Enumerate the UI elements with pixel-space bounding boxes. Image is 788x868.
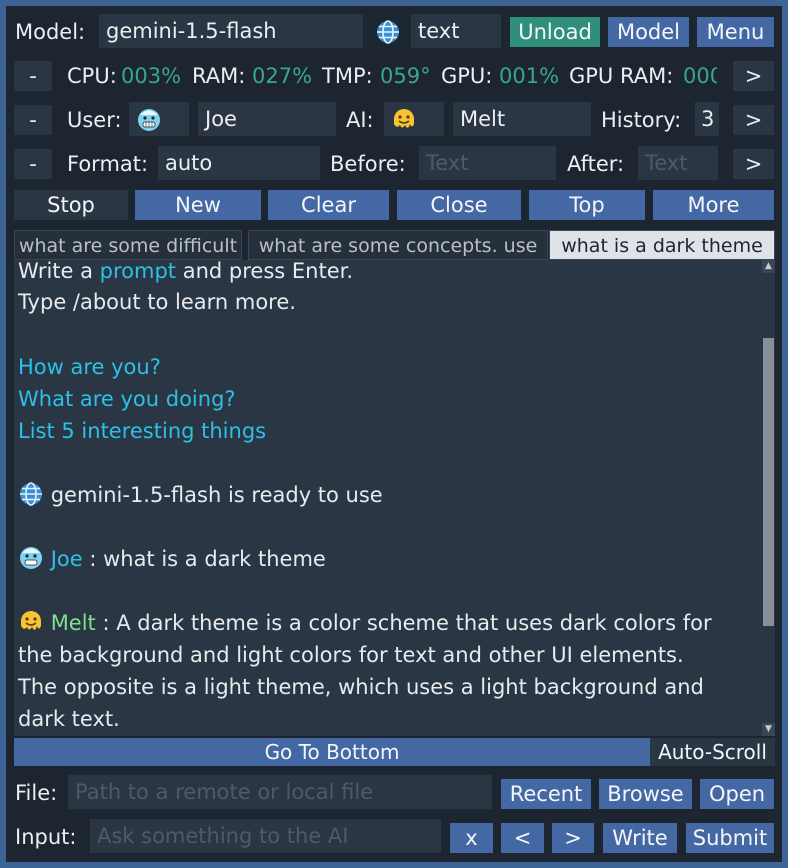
about-line: Type /about to learn more. [18,290,296,314]
browse-button[interactable]: Browse [599,779,692,809]
user-next-button[interactable]: > [733,105,774,135]
top-button[interactable]: Top [529,190,645,220]
user-name-input[interactable]: Joe [198,102,336,136]
after-label: After: [567,152,625,176]
gpu-label: GPU: [441,64,493,88]
scroll-up-icon[interactable]: ▲ [762,260,775,273]
auto-scroll-button[interactable]: Auto-Scroll [650,738,775,766]
stats-next-button[interactable]: > [733,61,774,91]
gpu-ram-value: 000 [683,64,717,88]
clear-button[interactable]: Clear [268,190,389,220]
user-avatar-field[interactable] [129,102,189,136]
user-name-link[interactable]: Joe [51,547,83,571]
cold-face-icon [138,109,160,131]
user-message-text: : what is a dark theme [82,547,326,571]
ai-message-line-1: Melt : A dark theme is a color scheme th… [18,607,712,639]
format-input[interactable]: auto [158,146,320,180]
collapse-stats-button[interactable]: - [14,61,52,91]
file-label: File: [15,781,58,805]
next-prompt-button[interactable]: > [552,823,594,853]
file-input[interactable]: Path to a remote or local file [68,775,492,809]
tab-1[interactable]: what are some difficult [14,230,242,260]
before-input[interactable]: Text [419,146,556,180]
ai-message-line-4: dark text. [18,707,120,731]
scroll-down-icon[interactable]: ▼ [762,723,775,736]
submit-button[interactable]: Submit [686,823,774,853]
recent-button[interactable]: Recent [501,779,591,809]
ai-message-line-3: The opposite is a light theme, which use… [18,675,704,699]
tab-2[interactable]: what are some concepts. use [248,230,548,260]
open-button[interactable]: Open [700,779,774,809]
ai-label: AI: [346,108,374,132]
gpu-ram-label: GPU RAM: [569,64,674,88]
collapse-user-button[interactable]: - [14,105,52,135]
go-to-bottom-button[interactable]: Go To Bottom [14,738,650,766]
input-label: Input: [15,825,77,849]
cold-face-icon [20,547,42,569]
ai-avatar-field[interactable] [384,102,444,136]
format-label: Format: [67,152,149,176]
ready-line: gemini-1.5-flash is ready to use [18,479,383,511]
intro-text-end: and press Enter. [176,260,353,283]
melting-face-icon [394,109,414,128]
intro-line: Write a prompt and press Enter. [18,260,353,287]
after-input[interactable]: Text [638,146,718,180]
user-message: Joe : what is a dark theme [18,543,326,575]
scroll-thumb[interactable] [763,338,774,626]
model-button[interactable]: Model [608,17,689,47]
close-button[interactable]: Close [397,190,521,220]
stop-button[interactable]: Stop [14,190,128,220]
gpu-value: 001% [499,64,560,88]
intro-text: Write a [18,260,100,283]
write-button[interactable]: Write [603,823,677,853]
menu-button[interactable]: Menu [697,17,774,47]
suggestion-2[interactable]: What are you doing? [18,383,236,415]
format-next-button[interactable]: > [733,149,774,179]
unload-button[interactable]: Unload [510,17,600,47]
suggestion-1[interactable]: How are you? [18,351,161,383]
tab-3[interactable]: what is a dark theme [549,230,775,260]
prompt-input[interactable]: Ask something to the AI [90,819,441,853]
history-label: History: [601,108,682,132]
prev-prompt-button[interactable]: < [501,823,544,853]
ready-text: gemini-1.5-flash is ready to use [50,483,383,507]
user-label: User: [67,108,122,132]
ai-name-input[interactable]: Melt [453,102,591,136]
globe-icon [20,482,42,506]
globe-icon[interactable] [375,19,401,45]
ram-label: RAM: [192,64,246,88]
ai-message-line-2: the background and light colors for text… [18,643,684,667]
collapse-format-button[interactable]: - [14,149,52,179]
suggestion-3[interactable]: List 5 interesting things [18,415,266,447]
ai-name-link[interactable]: Melt [51,611,96,635]
mode-input[interactable]: text [411,14,501,48]
before-label: Before: [330,152,406,176]
prompt-link[interactable]: prompt [100,260,176,283]
ai-message-text-1: : A dark theme is a color scheme that us… [95,611,712,635]
model-label: Model: [15,20,86,44]
cpu-value: 003% [121,64,182,88]
chat-scrollbar[interactable]: ▲ ▼ [762,260,775,736]
new-button[interactable]: New [135,190,261,220]
more-button[interactable]: More [653,190,774,220]
cpu-label: CPU: [67,64,117,88]
model-input[interactable]: gemini-1.5-flash [99,14,363,48]
clear-input-button[interactable]: x [450,823,493,853]
tmp-label: TMP: [322,64,373,88]
melting-face-icon [21,611,41,630]
history-input[interactable]: 3 [695,102,719,136]
ram-value: 027% [252,64,313,88]
chat-output[interactable]: Write a prompt and press Enter. Type /ab… [14,260,762,736]
tmp-value: 059° [380,64,431,88]
